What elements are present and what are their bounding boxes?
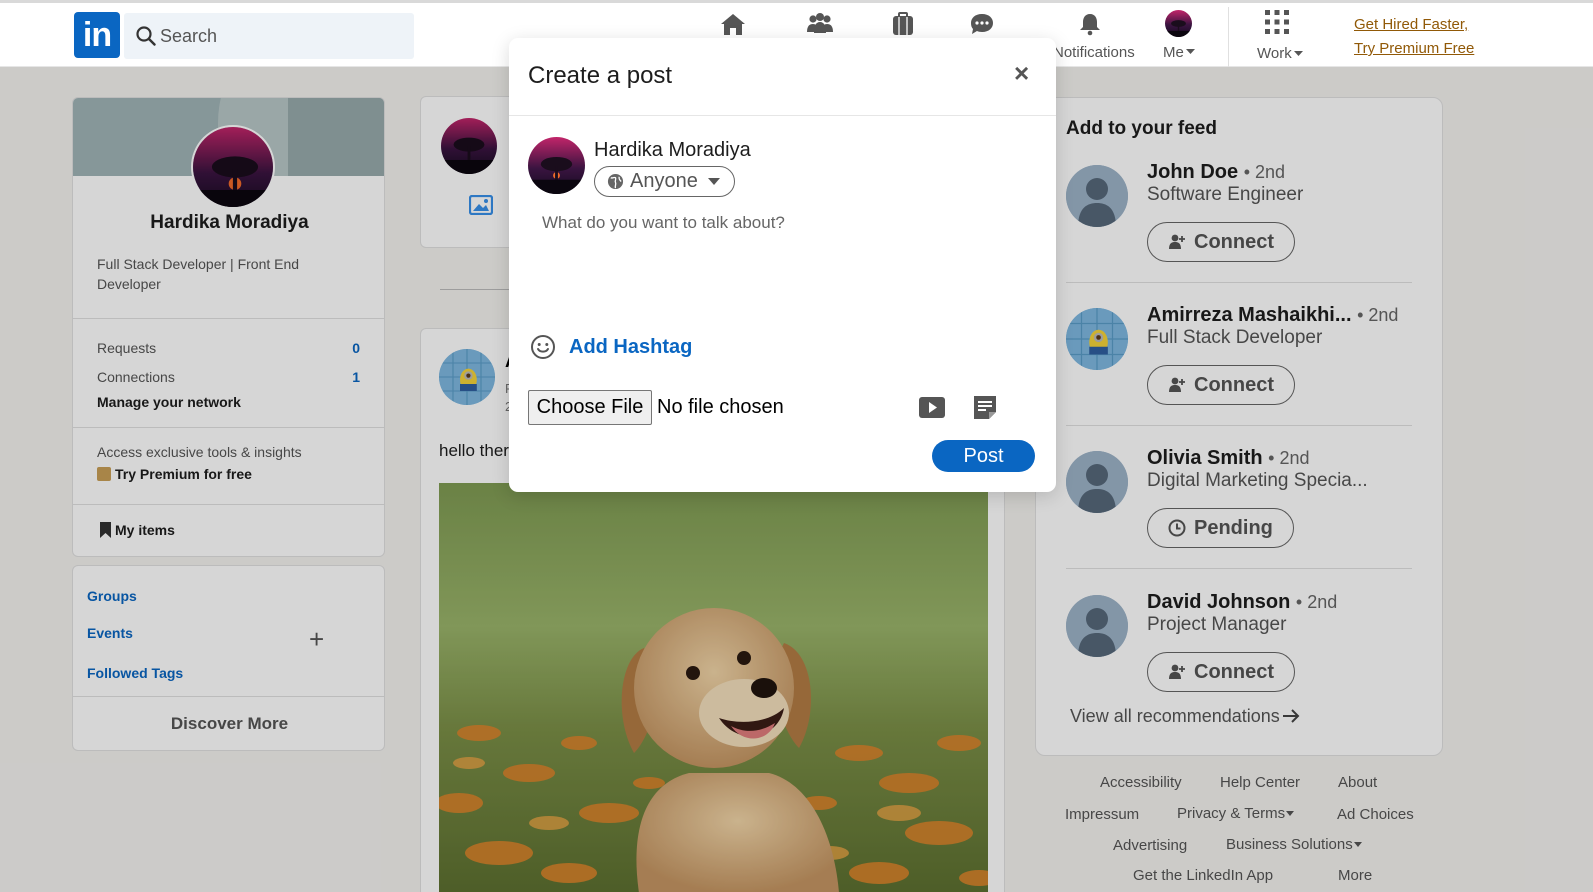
search-box[interactable] (124, 13, 414, 59)
me-label[interactable]: Me (1163, 44, 1195, 61)
home-icon[interactable] (718, 11, 748, 37)
file-status-text: No file chosen (657, 396, 784, 418)
me-avatar[interactable] (1165, 10, 1192, 37)
profile-photo-icon (1165, 10, 1192, 37)
chevron-down-icon (1185, 49, 1195, 54)
messaging-icon[interactable] (967, 11, 997, 37)
chevron-down-icon (707, 178, 720, 185)
modal-divider (509, 115, 1056, 116)
globe-icon (607, 173, 624, 190)
profile-photo-icon (528, 137, 585, 194)
chevron-down-icon (1293, 51, 1303, 56)
document-icon[interactable] (973, 395, 997, 420)
my-network-icon[interactable] (805, 11, 835, 37)
work-label-text: Work (1257, 45, 1292, 62)
premium-link-line1[interactable]: Get Hired Faster, (1354, 16, 1468, 33)
search-input[interactable] (160, 21, 400, 51)
post-content-input[interactable] (542, 213, 1022, 303)
premium-link-line2[interactable]: Try Premium Free (1354, 40, 1474, 57)
close-icon[interactable]: × (1014, 58, 1029, 89)
jobs-icon[interactable] (888, 11, 918, 37)
create-post-modal: Create a post × Hardika Moradiya Anyone … (509, 38, 1056, 492)
modal-title: Create a post (528, 62, 673, 89)
notifications-label[interactable]: Notifications (1053, 44, 1135, 61)
post-author-avatar (528, 137, 585, 194)
audience-label: Anyone (630, 170, 698, 192)
search-icon (136, 26, 156, 46)
grid-icon[interactable] (1264, 9, 1290, 35)
linkedin-logo[interactable]: in (74, 12, 120, 58)
me-label-text: Me (1163, 44, 1184, 61)
bell-icon[interactable] (1076, 11, 1106, 37)
choose-file-button[interactable]: Choose File (528, 390, 652, 425)
emoji-icon[interactable] (530, 334, 556, 360)
post-author-name: Hardika Moradiya (594, 139, 751, 161)
audience-selector[interactable]: Anyone (594, 166, 735, 197)
video-icon[interactable] (919, 397, 945, 418)
post-button[interactable]: Post (932, 440, 1035, 472)
nav-separator (1228, 7, 1229, 67)
work-menu-label[interactable]: Work (1257, 45, 1303, 62)
add-hashtag-button[interactable]: Add Hashtag (569, 336, 692, 359)
